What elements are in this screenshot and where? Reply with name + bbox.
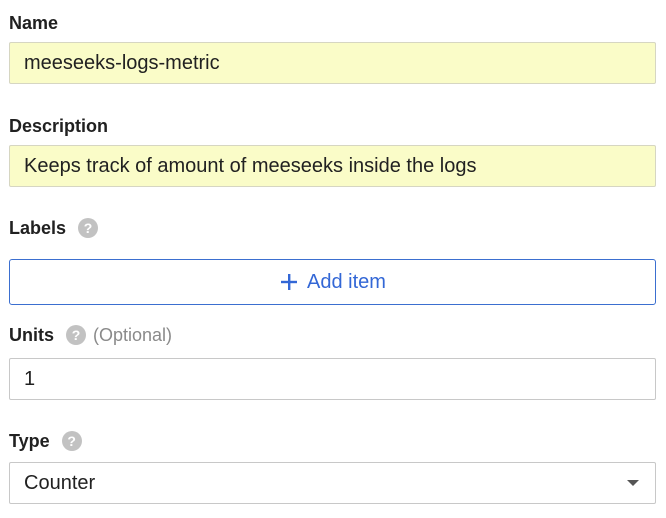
- units-input[interactable]: [9, 358, 656, 400]
- optional-text: (Optional): [93, 325, 173, 345]
- help-icon[interactable]: ?: [61, 431, 82, 451]
- description-input[interactable]: [9, 145, 656, 187]
- units-label: Units ? (Optional): [9, 324, 172, 346]
- name-input[interactable]: [9, 42, 656, 84]
- help-icon[interactable]: ?: [78, 218, 99, 238]
- name-label: Name: [9, 12, 58, 34]
- caret-down-icon: [627, 480, 639, 486]
- help-icon[interactable]: ?: [66, 325, 86, 345]
- type-selected-value: Counter: [24, 471, 96, 494]
- description-label-text: Description: [9, 116, 109, 136]
- type-label: Type ?: [9, 430, 82, 452]
- labels-label: Labels ?: [9, 217, 99, 239]
- type-select[interactable]: Counter: [9, 462, 656, 504]
- type-label-text: Type: [9, 431, 50, 451]
- name-label-text: Name: [9, 13, 59, 33]
- units-label-text: Units: [9, 325, 54, 345]
- add-item-button[interactable]: Add item: [9, 259, 656, 305]
- labels-label-text: Labels: [9, 218, 67, 238]
- add-item-label: Add item: [307, 270, 386, 293]
- description-label: Description: [9, 115, 108, 137]
- plus-icon: [281, 274, 298, 290]
